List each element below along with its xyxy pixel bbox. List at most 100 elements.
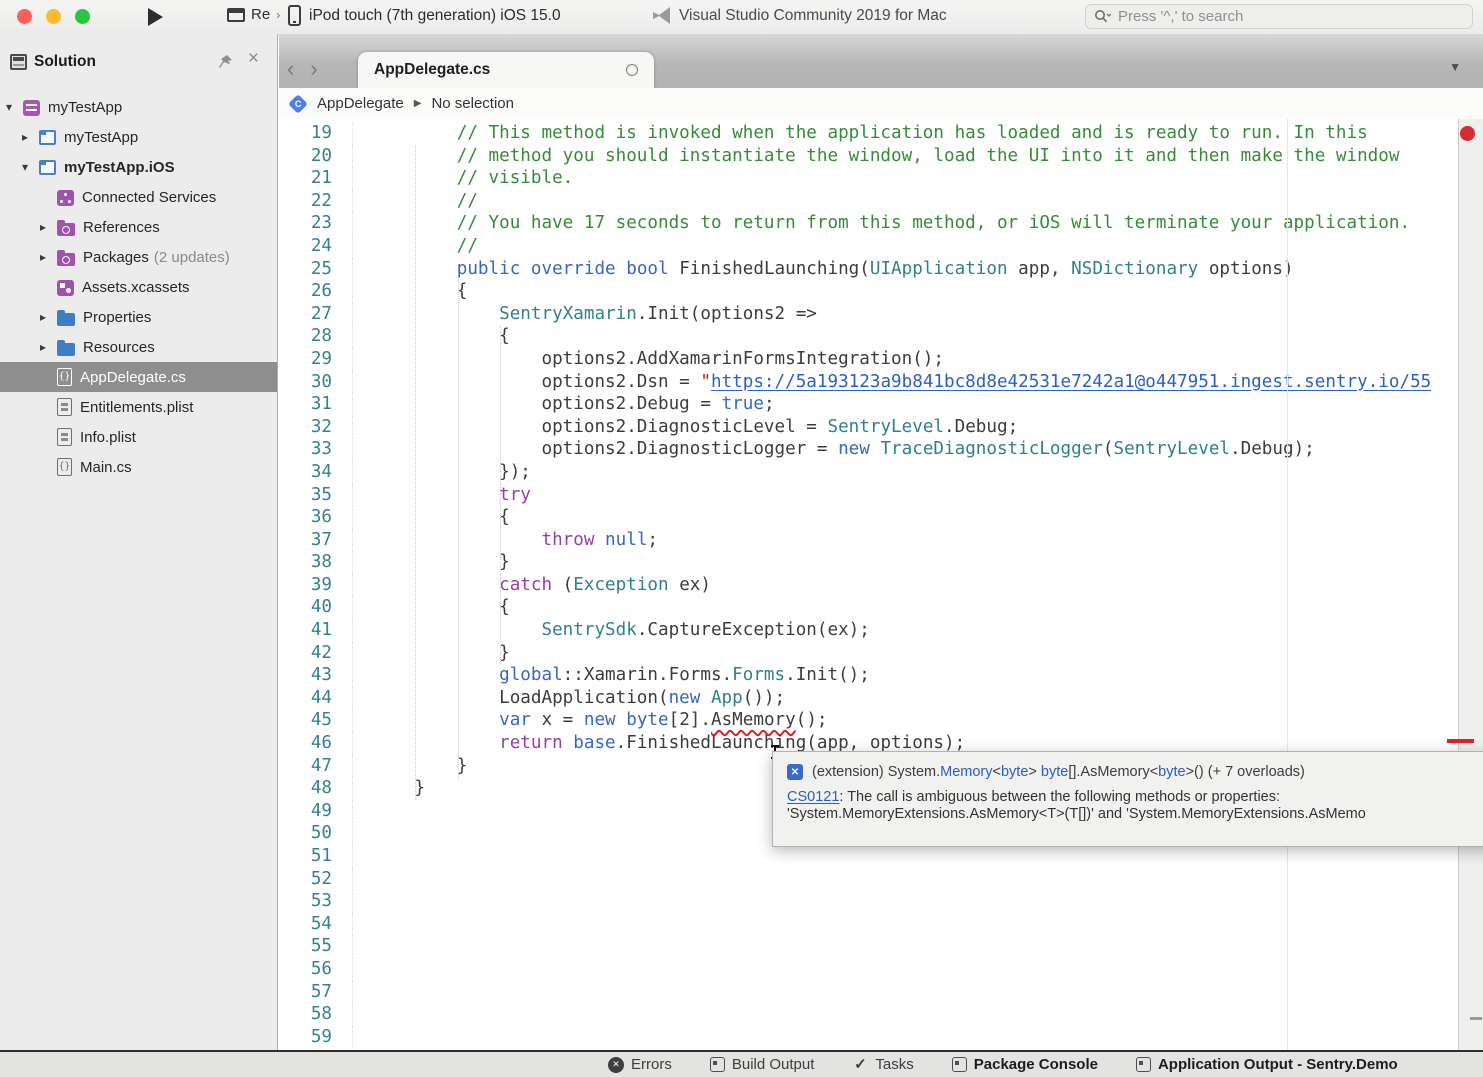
zoom-window-button[interactable] [75, 9, 90, 24]
line-number[interactable]: 39 [279, 574, 353, 597]
code-line-41[interactable]: 41 SentrySdk.CaptureException(ex); [279, 619, 1483, 642]
statusbar-build-output[interactable]: Build Output [710, 1056, 815, 1073]
line-number[interactable]: 59 [279, 1026, 353, 1049]
line-number[interactable]: 49 [279, 800, 353, 823]
disclosure-down-icon[interactable]: ▾ [22, 160, 39, 174]
line-number[interactable]: 26 [279, 280, 353, 303]
sidebar-item-connected-services[interactable]: Connected Services [0, 182, 277, 212]
line-number[interactable]: 52 [279, 868, 353, 891]
line-number[interactable]: 48 [279, 777, 353, 800]
code-line-28[interactable]: 28 { [279, 325, 1483, 348]
navigate-back-button[interactable]: ‹ [287, 58, 294, 80]
line-number[interactable]: 36 [279, 506, 353, 529]
code-line-37[interactable]: 37 throw null; [279, 529, 1483, 552]
code-line-59[interactable]: 59 [279, 1026, 1483, 1049]
close-window-button[interactable] [17, 9, 32, 24]
code-line-57[interactable]: 57 [279, 981, 1483, 1004]
sidebar-item-appdelegate-cs[interactable]: AppDelegate.cs [0, 362, 277, 392]
line-number[interactable]: 32 [279, 416, 353, 439]
line-number[interactable]: 57 [279, 981, 353, 1004]
code-line-32[interactable]: 32 options2.DiagnosticLevel = SentryLeve… [279, 416, 1483, 439]
line-number[interactable]: 47 [279, 755, 353, 778]
line-number[interactable]: 51 [279, 845, 353, 868]
code-editor[interactable]: 19 // This method is invoked when the ap… [279, 119, 1483, 1050]
code-line-23[interactable]: 23 // You have 17 seconds to return from… [279, 212, 1483, 235]
code-line-21[interactable]: 21 // visible. [279, 167, 1483, 190]
line-number[interactable]: 27 [279, 303, 353, 326]
disclosure-right-icon[interactable]: ▸ [40, 340, 57, 354]
sidebar-item-main-cs[interactable]: Main.cs [0, 452, 277, 482]
sidebar-item-info-plist[interactable]: Info.plist [0, 422, 277, 452]
line-number[interactable]: 58 [279, 1003, 353, 1026]
code-line-33[interactable]: 33 options2.DiagnosticLogger = new Trace… [279, 438, 1483, 461]
disclosure-right-icon[interactable]: ▸ [40, 250, 57, 264]
line-number[interactable]: 38 [279, 551, 353, 574]
breadcrumb-member[interactable]: No selection [431, 95, 514, 112]
line-number[interactable]: 19 [279, 122, 353, 145]
line-number[interactable]: 55 [279, 935, 353, 958]
sentry-dsn-link[interactable]: https://5a193123a9b841bc8d8e42531e7242a1… [711, 372, 1431, 392]
line-number[interactable]: 45 [279, 709, 353, 732]
sidebar-item-assets-xcassets[interactable]: Assets.xcassets [0, 272, 277, 302]
navigate-forward-button[interactable]: › [310, 58, 317, 80]
run-button[interactable] [148, 8, 163, 26]
build-configuration-selector[interactable]: Re › [227, 6, 280, 23]
line-number[interactable]: 37 [279, 529, 353, 552]
line-number[interactable]: 42 [279, 642, 353, 665]
code-line-25[interactable]: 25 public override bool FinishedLaunchin… [279, 258, 1483, 281]
line-number[interactable]: 29 [279, 348, 353, 371]
code-line-20[interactable]: 20 // method you should instantiate the … [279, 145, 1483, 168]
line-number[interactable]: 34 [279, 461, 353, 484]
line-number[interactable]: 23 [279, 212, 353, 235]
code-line-31[interactable]: 31 options2.Debug = true; [279, 393, 1483, 416]
line-number[interactable]: 40 [279, 596, 353, 619]
close-icon[interactable]: × [248, 49, 259, 68]
statusbar-application-output-sentry-demo[interactable]: Application Output - Sentry.Demo [1136, 1056, 1398, 1073]
code-line-53[interactable]: 53 [279, 890, 1483, 913]
sidebar-item-mytestapp-ios[interactable]: ▾myTestApp.iOS [0, 152, 277, 182]
code-line-22[interactable]: 22 // [279, 190, 1483, 213]
code-line-35[interactable]: 35 try [279, 484, 1483, 507]
line-number[interactable]: 56 [279, 958, 353, 981]
line-number[interactable]: 43 [279, 664, 353, 687]
editor-scrollbar[interactable] [1458, 119, 1483, 1050]
code-line-29[interactable]: 29 options2.AddXamarinFormsIntegration()… [279, 348, 1483, 371]
code-line-38[interactable]: 38 } [279, 551, 1483, 574]
code-line-44[interactable]: 44 LoadApplication(new App()); [279, 687, 1483, 710]
statusbar-tasks[interactable]: ✓Tasks [852, 1056, 913, 1073]
line-number[interactable]: 22 [279, 190, 353, 213]
pin-icon[interactable] [217, 54, 233, 70]
line-number[interactable]: 54 [279, 913, 353, 936]
code-line-56[interactable]: 56 [279, 958, 1483, 981]
code-line-45[interactable]: 45 var x = new byte[2].AsMemory(); [279, 709, 1483, 732]
line-number[interactable]: 53 [279, 890, 353, 913]
sidebar-item-properties[interactable]: ▸Properties [0, 302, 277, 332]
error-code-link[interactable]: CS0121 [787, 789, 839, 805]
code-line-36[interactable]: 36 { [279, 506, 1483, 529]
tab-appdelegate[interactable]: AppDelegate.cs [358, 52, 654, 88]
code-line-51[interactable]: 51 [279, 845, 1483, 868]
line-number[interactable]: 30 [279, 371, 353, 394]
code-line-27[interactable]: 27 SentryXamarin.Init(options2 => [279, 303, 1483, 326]
sidebar-item-resources[interactable]: ▸Resources [0, 332, 277, 362]
line-number[interactable]: 35 [279, 484, 353, 507]
disclosure-right-icon[interactable]: ▸ [40, 310, 57, 324]
code-line-19[interactable]: 19 // This method is invoked when the ap… [279, 122, 1483, 145]
sidebar-item-mytestapp[interactable]: ▾myTestApp [0, 92, 277, 122]
line-number[interactable]: 46 [279, 732, 353, 755]
statusbar-errors[interactable]: ✕Errors [608, 1056, 672, 1073]
tab-list-dropdown-icon[interactable]: ▼ [1449, 60, 1461, 74]
line-number[interactable]: 41 [279, 619, 353, 642]
code-line-54[interactable]: 54 [279, 913, 1483, 936]
search-input[interactable]: Press '^,' to search [1085, 4, 1473, 29]
line-number[interactable]: 31 [279, 393, 353, 416]
sidebar-item-mytestapp[interactable]: ▸myTestApp [0, 122, 277, 152]
code-line-30[interactable]: 30 options2.Dsn = "https://5a193123a9b84… [279, 371, 1483, 394]
statusbar-package-console[interactable]: Package Console [952, 1056, 1098, 1073]
disclosure-right-icon[interactable]: ▸ [22, 130, 39, 144]
sidebar-item-entitlements-plist[interactable]: Entitlements.plist [0, 392, 277, 422]
code-line-42[interactable]: 42 } [279, 642, 1483, 665]
device-selector[interactable]: iPod touch (7th generation) iOS 15.0 [288, 5, 561, 26]
line-number[interactable]: 25 [279, 258, 353, 281]
line-number[interactable]: 20 [279, 145, 353, 168]
